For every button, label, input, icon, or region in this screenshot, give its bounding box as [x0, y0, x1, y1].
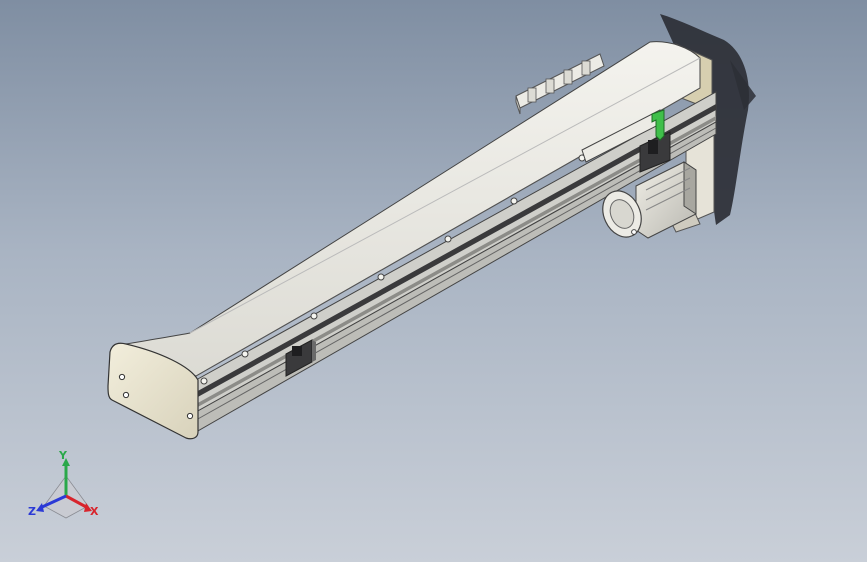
x-axis-label: X [90, 505, 99, 518]
actuator-side-face [195, 91, 717, 433]
cad-viewport[interactable]: Y X Z [0, 0, 867, 562]
coordinate-triad: Y X Z [26, 448, 106, 524]
y-axis-label: Y [59, 449, 67, 462]
linear-actuator-model[interactable] [0, 0, 867, 562]
z-axis-label: Z [28, 505, 36, 518]
